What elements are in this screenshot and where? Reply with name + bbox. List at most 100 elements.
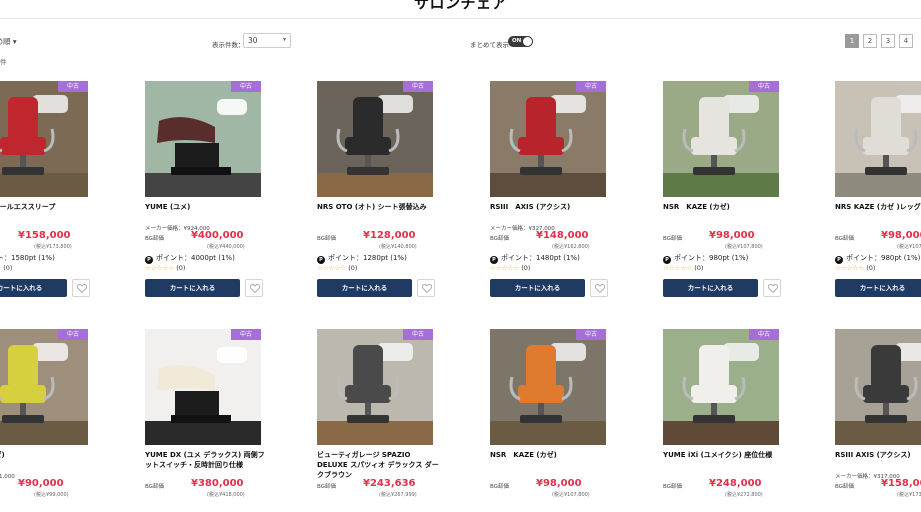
price-label: BG卸価 bbox=[835, 484, 854, 490]
used-badge: 中古 bbox=[58, 329, 88, 340]
product-photo[interactable]: 中古 bbox=[663, 81, 779, 197]
product-name[interactable]: IMO (アールエススリープ bbox=[0, 202, 98, 212]
product-card[interactable]: 中古 NRS KAZE (カゼ )レッグレスプ BG卸価 ¥98,000 (税込¥107… bbox=[835, 81, 921, 301]
rating-stars: ☆☆☆☆☆ (0) bbox=[663, 264, 703, 272]
favorite-button[interactable] bbox=[590, 279, 608, 297]
add-to-cart-button[interactable]: カートに入れる bbox=[145, 279, 240, 297]
perpage-label: 表示件数： bbox=[212, 41, 245, 49]
price-with-tax: (税込¥107,800) bbox=[552, 492, 590, 498]
product-name[interactable]: NSR KAZE (カゼ) bbox=[490, 450, 616, 460]
product-name[interactable]: ビューティガレージ SPAZIO DELUXE スパツィオ デラックス ダークブ… bbox=[317, 450, 443, 480]
product-image bbox=[145, 329, 261, 445]
review-count: (0) bbox=[174, 264, 186, 272]
product-name[interactable]: ZE (カゼ) bbox=[0, 450, 98, 460]
product-price: ¥98,000 bbox=[881, 230, 921, 241]
product-card[interactable]: 中古 NSR KAZE (カゼ) BG卸価 ¥98,000 (税込¥107,800) bbox=[490, 329, 622, 512]
product-card[interactable]: 中古 YUME (ユメ) メーカー価格：¥924,000 BG卸価 ¥400,000 (税… bbox=[145, 81, 277, 301]
review-count: (0) bbox=[1, 264, 13, 272]
product-photo[interactable]: 中古 bbox=[145, 329, 261, 445]
used-badge: 中古 bbox=[231, 81, 261, 92]
product-card[interactable]: 中古RSIII AXIS (アクシス)メーカー価格：¥317,000BG卸価¥1… bbox=[835, 329, 921, 512]
product-photo[interactable]: 中古 bbox=[145, 81, 261, 197]
price-label: BG卸価 bbox=[490, 484, 509, 490]
favorite-button[interactable] bbox=[763, 279, 781, 297]
add-to-cart-button[interactable]: カートに入れる bbox=[490, 279, 585, 297]
product-photo[interactable]: 中古 bbox=[0, 81, 88, 197]
product-card[interactable]: 中古ビューティガレージ SPAZIO DELUXE スパツィオ デラックス ダー… bbox=[317, 329, 449, 512]
product-card[interactable]: 中古 YUME DX (ユメ デラックス) 両側フットスイッチ・反時計回り仕様 BG… bbox=[145, 329, 277, 512]
price-with-tax: (税込¥173,800) bbox=[34, 244, 72, 250]
product-name[interactable]: YUME DX (ユメ デラックス) 両側フットスイッチ・反時計回り仕様 bbox=[145, 450, 271, 470]
divider bbox=[0, 18, 921, 19]
product-name[interactable]: YUME iXi (ユメイクシ) 座位仕様 bbox=[663, 450, 789, 460]
product-photo[interactable]: 中古 bbox=[835, 329, 921, 445]
product-name[interactable]: YUME (ユメ) bbox=[145, 202, 271, 212]
product-card[interactable]: 中古 NSR KAZE (カゼ) BG卸価 ¥98,000 (税込¥107,800) P ポ… bbox=[663, 81, 795, 301]
points-text: イント：1580pt (1%) bbox=[0, 254, 55, 262]
points-text: ポイント：1480pt (1%) bbox=[501, 254, 580, 262]
product-price: ¥243,636 bbox=[363, 478, 416, 489]
product-image bbox=[490, 329, 606, 445]
product-price: ¥400,000 bbox=[191, 230, 244, 241]
favorite-button[interactable] bbox=[417, 279, 435, 297]
product-image bbox=[490, 81, 606, 197]
product-card[interactable]: 中古ZE (カゼ)価格：¥271,000BG卸価¥90,000(税込¥99,00… bbox=[0, 329, 104, 512]
product-card[interactable]: 中古 RSIII AXIS (アクシス) メーカー価格：¥327,000 BG卸価 ¥1… bbox=[490, 81, 622, 301]
review-count: (0) bbox=[346, 264, 358, 272]
add-to-cart-button[interactable]: カートに入れる bbox=[835, 279, 921, 297]
product-price: ¥158,000 bbox=[881, 478, 921, 489]
product-photo[interactable]: 中古 bbox=[490, 81, 606, 197]
page-2-button[interactable]: 2 bbox=[863, 34, 877, 48]
page-title: サロンチェア bbox=[413, 0, 507, 12]
rating-stars: ☆☆☆☆☆ (0) bbox=[490, 264, 530, 272]
product-price: ¥380,000 bbox=[191, 478, 244, 489]
product-name[interactable]: NRS OTO (オト) シート張替込み bbox=[317, 202, 443, 212]
points-icon: P bbox=[835, 256, 843, 264]
favorite-button[interactable] bbox=[72, 279, 90, 297]
product-photo[interactable]: 中古 bbox=[317, 329, 433, 445]
review-count: (0) bbox=[692, 264, 704, 272]
used-badge: 中古 bbox=[576, 81, 606, 92]
favorite-button[interactable] bbox=[245, 279, 263, 297]
price-with-tax: (税込¥267,999) bbox=[379, 492, 417, 498]
sort-select[interactable]: すめ順 ▾ bbox=[0, 36, 17, 47]
page-3-button[interactable]: 3 bbox=[881, 34, 895, 48]
product-name[interactable]: NSR KAZE (カゼ) bbox=[663, 202, 789, 212]
pagination: 1 2 3 4 bbox=[845, 34, 913, 48]
product-photo[interactable]: 中古 bbox=[490, 329, 606, 445]
product-card[interactable]: 中古 NRS OTO (オト) シート張替込み BG卸価 ¥128,000 (税込¥14… bbox=[317, 81, 449, 301]
price-label: BG卸価 bbox=[490, 236, 509, 242]
price-with-tax: (税込¥272,800) bbox=[725, 492, 763, 498]
add-to-cart-button[interactable]: カートに入れる bbox=[0, 279, 67, 297]
page-1-button[interactable]: 1 bbox=[845, 34, 859, 48]
add-to-cart-button[interactable]: カートに入れる bbox=[317, 279, 412, 297]
price-with-tax: (税込¥107,800) bbox=[725, 244, 763, 250]
product-photo[interactable]: 中古 bbox=[835, 81, 921, 197]
points-icon: P bbox=[145, 256, 153, 264]
bulk-view-toggle[interactable]: ON bbox=[508, 36, 533, 47]
product-price: ¥158,000 bbox=[18, 230, 71, 241]
review-count: (0) bbox=[519, 264, 531, 272]
product-photo[interactable]: 中古 bbox=[0, 329, 88, 445]
points-text: ポイント：980pt (1%) bbox=[674, 254, 749, 262]
review-count: (0) bbox=[864, 264, 876, 272]
used-badge: 中古 bbox=[749, 81, 779, 92]
add-to-cart-button[interactable]: カートに入れる bbox=[663, 279, 758, 297]
price-with-tax: (税込¥140,800) bbox=[379, 244, 417, 250]
product-name[interactable]: RSIII AXIS (アクシス) bbox=[835, 450, 921, 460]
product-image bbox=[0, 329, 88, 445]
page-4-button[interactable]: 4 bbox=[899, 34, 913, 48]
product-price: ¥98,000 bbox=[536, 478, 582, 489]
product-card[interactable]: 中古 YUME iXi (ユメイクシ) 座位仕様 BG卸価 ¥248,000 (税込¥2… bbox=[663, 329, 795, 512]
price-with-tax: (税込¥440,000) bbox=[207, 244, 245, 250]
product-card[interactable]: 中古IMO (アールエススリープBG卸価¥158,000(税込¥173,800)… bbox=[0, 81, 104, 301]
result-count: 件 bbox=[0, 58, 7, 66]
product-photo[interactable]: 中古 bbox=[663, 329, 779, 445]
rating-stars: ☆☆☆☆☆ (0) bbox=[317, 264, 357, 272]
heart-icon bbox=[595, 284, 605, 293]
product-name[interactable]: RSIII AXIS (アクシス) bbox=[490, 202, 616, 212]
price-with-tax: (税込¥418,000) bbox=[207, 492, 245, 498]
perpage-select[interactable]: 30 ▾ bbox=[243, 33, 291, 48]
product-name[interactable]: NRS KAZE (カゼ )レッグレスプ bbox=[835, 202, 921, 212]
product-photo[interactable]: 中古 bbox=[317, 81, 433, 197]
